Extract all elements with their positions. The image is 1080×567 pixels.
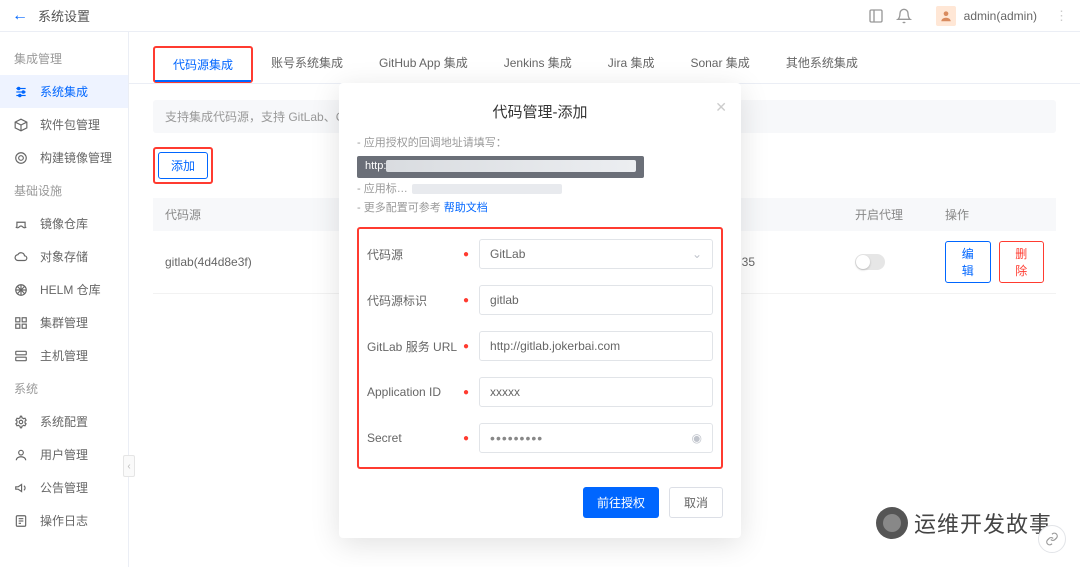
link-fab[interactable] [1038, 525, 1066, 553]
input-url[interactable] [479, 331, 713, 361]
form-row-appid: Application ID ● [363, 377, 713, 407]
input-appid[interactable] [479, 377, 713, 407]
label-source: 代码源 [363, 246, 463, 263]
label-ident: 代码源标识 [363, 292, 463, 309]
secret-value: ••••••••• [490, 430, 543, 446]
authorize-button[interactable]: 前往授权 [583, 487, 659, 518]
url-prefix: http: [365, 160, 386, 172]
modal-title: 代码管理-添加 [357, 101, 723, 122]
help-link[interactable]: 帮助文档 [444, 202, 488, 214]
info-line2: - 应用标… [357, 183, 408, 195]
label-appid: Application ID [363, 385, 463, 399]
input-ident[interactable] [479, 285, 713, 315]
modal-actions: 前往授权 取消 [357, 487, 723, 518]
info-line3: - 更多配置可参考 [357, 202, 444, 214]
required-icon: ● [463, 249, 469, 260]
required-icon: ● [463, 341, 469, 352]
chevron-down-icon: ⌄ [692, 247, 702, 261]
info-line1: - 应用授权的回调地址请填写： [357, 137, 507, 149]
form-row-source: 代码源 ● GitLab ⌄ [363, 239, 713, 269]
modal-panel: 代码管理-添加 ✕ - 应用授权的回调地址请填写： http: - 应用标… -… [339, 83, 741, 538]
form-highlight-box: 代码源 ● GitLab ⌄ 代码源标识 ● GitLab 服务 URL ● [357, 227, 723, 469]
callback-url-pill: http: [357, 156, 644, 178]
required-icon: ● [463, 295, 469, 306]
form-row-ident: 代码源标识 ● [363, 285, 713, 315]
watermark: 运维开发故事 [876, 507, 1052, 539]
modal-info: - 应用授权的回调地址请填写： http: - 应用标… - 更多配置可参考 帮… [357, 134, 723, 219]
redacted-icon [386, 160, 636, 172]
required-icon: ● [463, 433, 469, 444]
watermark-text: 运维开发故事 [914, 507, 1052, 539]
redacted-icon [412, 184, 562, 194]
input-secret[interactable]: ••••••••• ◉ [479, 423, 713, 453]
wechat-icon [876, 507, 908, 539]
label-secret: Secret [363, 431, 463, 445]
form-row-url: GitLab 服务 URL ● [363, 331, 713, 361]
cancel-button[interactable]: 取消 [669, 487, 723, 518]
form-row-secret: Secret ● ••••••••• ◉ [363, 423, 713, 453]
required-icon: ● [463, 387, 469, 398]
eye-icon[interactable]: ◉ [692, 431, 702, 445]
label-url: GitLab 服务 URL [363, 338, 463, 355]
select-source[interactable]: GitLab ⌄ [479, 239, 713, 269]
select-value: GitLab [490, 247, 525, 261]
modal-overlay: 代码管理-添加 ✕ - 应用授权的回调地址请填写： http: - 应用标… -… [0, 0, 1080, 567]
close-icon[interactable]: ✕ [715, 99, 727, 116]
